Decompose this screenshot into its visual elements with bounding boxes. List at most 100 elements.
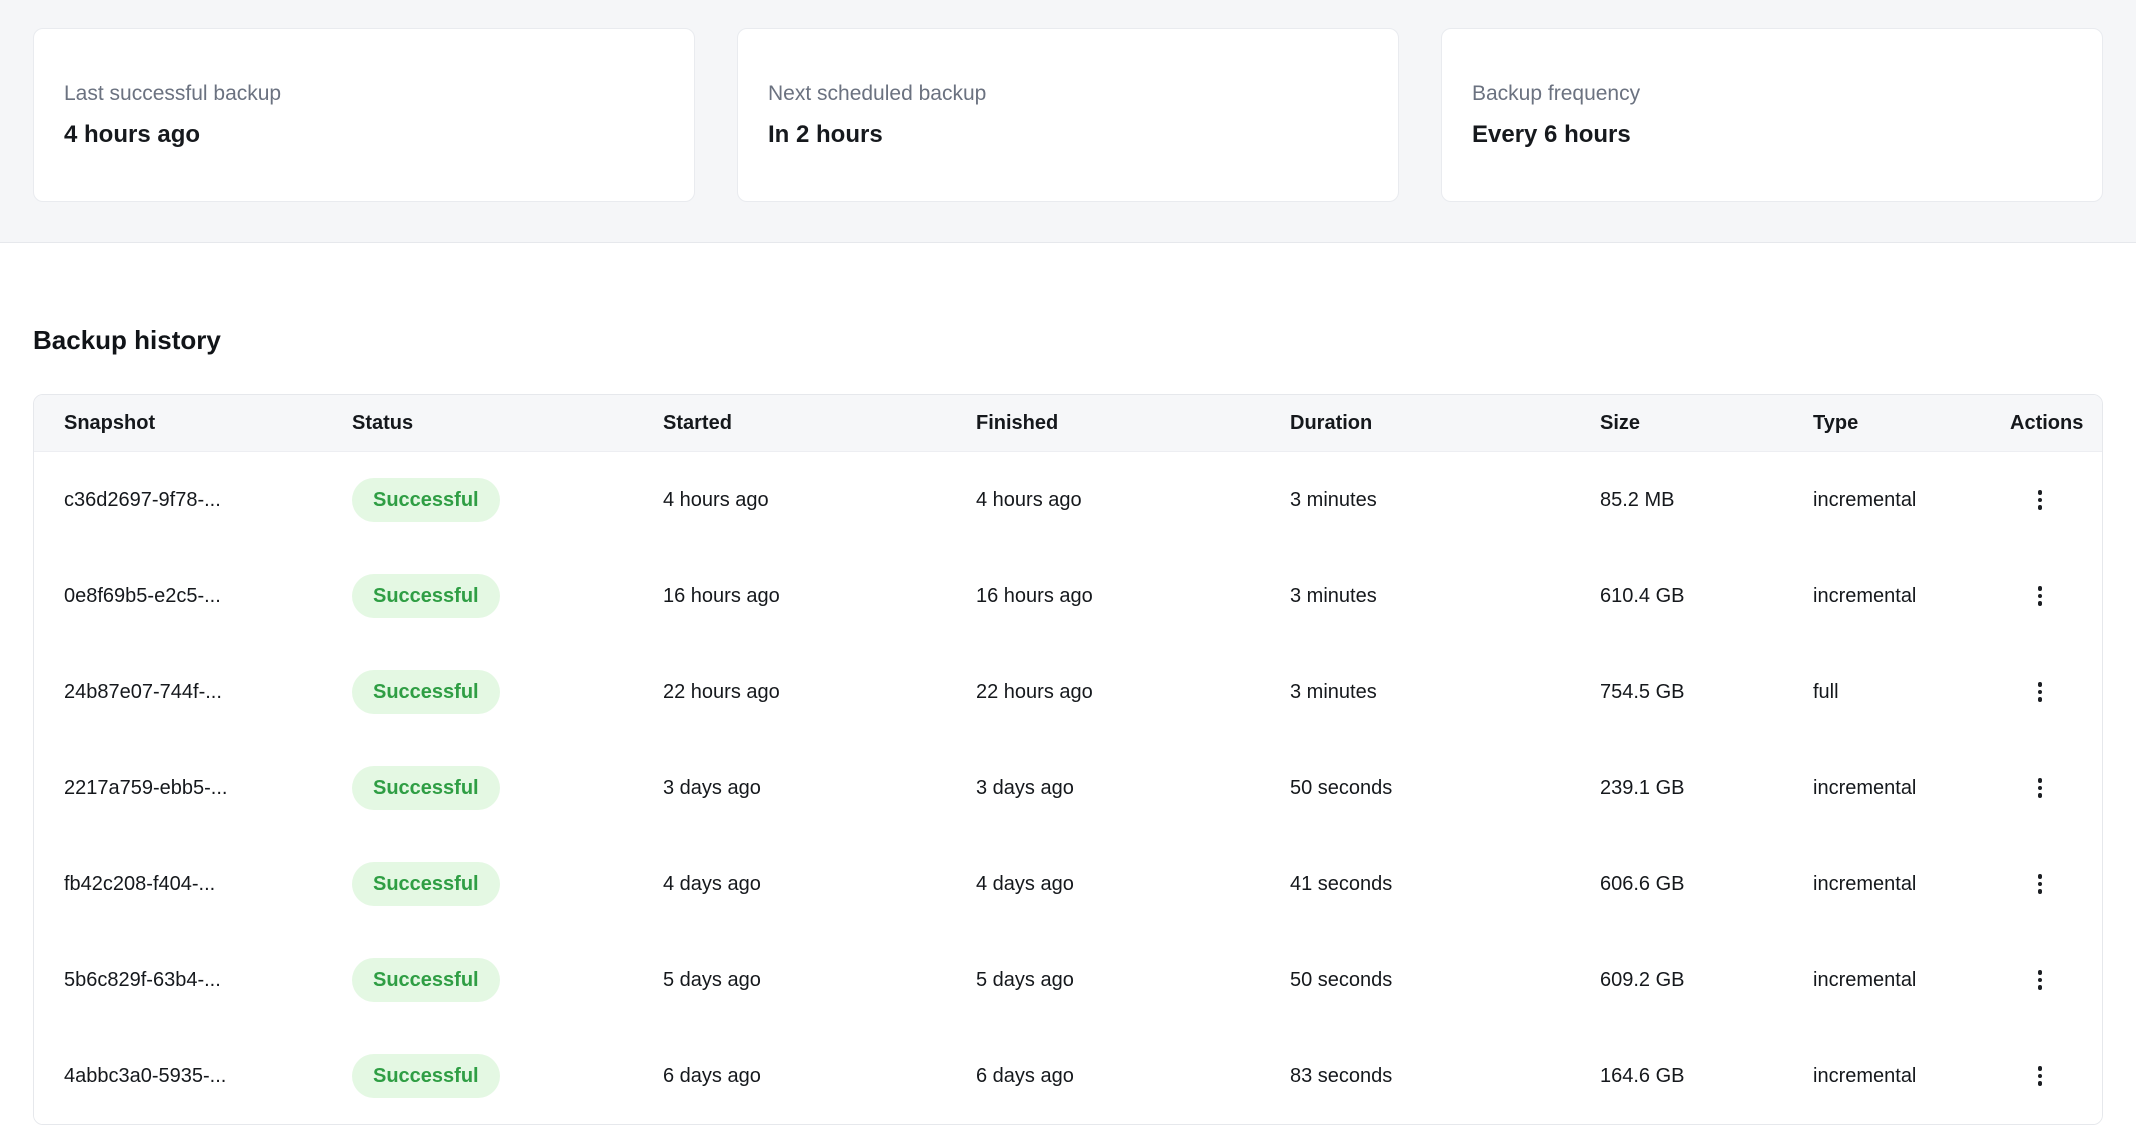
actions-menu-button[interactable]: [2018, 574, 2062, 618]
started-cell: 3 days ago: [663, 740, 976, 836]
card-label: Last successful backup: [64, 80, 664, 107]
card-label: Next scheduled backup: [768, 80, 1368, 107]
snapshot-id-cell: 4abbc3a0-5935-...: [34, 1028, 352, 1124]
type-cell: incremental: [1813, 836, 2010, 932]
status-cell: Successful: [352, 548, 663, 644]
actions-cell: [2010, 836, 2102, 932]
card-value: Every 6 hours: [1472, 120, 2072, 150]
size-cell: 164.6 GB: [1600, 1028, 1813, 1124]
card-label: Backup frequency: [1472, 80, 2072, 107]
actions-menu-button[interactable]: [2018, 1054, 2062, 1098]
type-cell: incremental: [1813, 932, 2010, 1028]
table-row: 0e8f69b5-e2c5-... Successful 16 hours ag…: [34, 548, 2102, 644]
size-cell: 606.6 GB: [1600, 836, 1813, 932]
snapshot-id-cell: 2217a759-ebb5-...: [34, 740, 352, 836]
column-header-finished: Finished: [976, 395, 1290, 452]
duration-cell: 3 minutes: [1290, 452, 1600, 548]
finished-cell: 5 days ago: [976, 932, 1290, 1028]
backup-history-section: Backup history Snapshot Status Started F…: [0, 325, 2136, 1125]
summary-card-last-backup: Last successful backup 4 hours ago: [33, 28, 695, 202]
column-header-status: Status: [352, 395, 663, 452]
type-cell: incremental: [1813, 1028, 2010, 1124]
column-header-size: Size: [1600, 395, 1813, 452]
actions-cell: [2010, 1028, 2102, 1124]
duration-cell: 3 minutes: [1290, 548, 1600, 644]
actions-menu-button[interactable]: [2018, 766, 2062, 810]
actions-cell: [2010, 548, 2102, 644]
status-cell: Successful: [352, 836, 663, 932]
finished-cell: 4 days ago: [976, 836, 1290, 932]
status-cell: Successful: [352, 644, 663, 740]
summary-card-backup-frequency: Backup frequency Every 6 hours: [1441, 28, 2103, 202]
started-cell: 22 hours ago: [663, 644, 976, 740]
column-header-started: Started: [663, 395, 976, 452]
finished-cell: 22 hours ago: [976, 644, 1290, 740]
actions-menu-button[interactable]: [2018, 478, 2062, 522]
actions-cell: [2010, 932, 2102, 1028]
status-badge: Successful: [352, 1054, 500, 1098]
column-header-snapshot: Snapshot: [34, 395, 352, 452]
finished-cell: 6 days ago: [976, 1028, 1290, 1124]
status-badge: Successful: [352, 574, 500, 618]
finished-cell: 16 hours ago: [976, 548, 1290, 644]
actions-cell: [2010, 740, 2102, 836]
status-cell: Successful: [352, 452, 663, 548]
table-row: 4abbc3a0-5935-... Successful 6 days ago …: [34, 1028, 2102, 1124]
started-cell: 4 hours ago: [663, 452, 976, 548]
actions-menu-button[interactable]: [2018, 958, 2062, 1002]
kebab-menu-icon: [2038, 874, 2043, 894]
actions-menu-button[interactable]: [2018, 670, 2062, 714]
started-cell: 5 days ago: [663, 932, 976, 1028]
status-badge: Successful: [352, 478, 500, 522]
column-header-duration: Duration: [1290, 395, 1600, 452]
status-badge: Successful: [352, 862, 500, 906]
backup-history-table: Snapshot Status Started Finished Duratio…: [33, 394, 2103, 1125]
duration-cell: 50 seconds: [1290, 740, 1600, 836]
size-cell: 610.4 GB: [1600, 548, 1813, 644]
status-cell: Successful: [352, 740, 663, 836]
size-cell: 239.1 GB: [1600, 740, 1813, 836]
page-title: Backup history: [33, 325, 2103, 356]
actions-cell: [2010, 644, 2102, 740]
table-header-row: Snapshot Status Started Finished Duratio…: [34, 395, 2102, 452]
type-cell: incremental: [1813, 740, 2010, 836]
started-cell: 4 days ago: [663, 836, 976, 932]
size-cell: 754.5 GB: [1600, 644, 1813, 740]
status-badge: Successful: [352, 670, 500, 714]
type-cell: full: [1813, 644, 2010, 740]
table-row: 24b87e07-744f-... Successful 22 hours ag…: [34, 644, 2102, 740]
table-row: 5b6c829f-63b4-... Successful 5 days ago …: [34, 932, 2102, 1028]
duration-cell: 83 seconds: [1290, 1028, 1600, 1124]
table-row: 2217a759-ebb5-... Successful 3 days ago …: [34, 740, 2102, 836]
duration-cell: 41 seconds: [1290, 836, 1600, 932]
snapshot-id-cell: 24b87e07-744f-...: [34, 644, 352, 740]
snapshot-id-cell: c36d2697-9f78-...: [34, 452, 352, 548]
finished-cell: 3 days ago: [976, 740, 1290, 836]
type-cell: incremental: [1813, 548, 2010, 644]
summary-card-next-backup: Next scheduled backup In 2 hours: [737, 28, 1399, 202]
finished-cell: 4 hours ago: [976, 452, 1290, 548]
column-header-actions: Actions: [2010, 395, 2102, 452]
started-cell: 6 days ago: [663, 1028, 976, 1124]
status-badge: Successful: [352, 766, 500, 810]
snapshot-id-cell: fb42c208-f404-...: [34, 836, 352, 932]
actions-menu-button[interactable]: [2018, 862, 2062, 906]
size-cell: 85.2 MB: [1600, 452, 1813, 548]
status-badge: Successful: [352, 958, 500, 1002]
card-value: In 2 hours: [768, 120, 1368, 150]
kebab-menu-icon: [2038, 1066, 2043, 1086]
snapshot-id-cell: 5b6c829f-63b4-...: [34, 932, 352, 1028]
kebab-menu-icon: [2038, 778, 2043, 798]
column-header-type: Type: [1813, 395, 2010, 452]
duration-cell: 50 seconds: [1290, 932, 1600, 1028]
kebab-menu-icon: [2038, 970, 2043, 990]
type-cell: incremental: [1813, 452, 2010, 548]
duration-cell: 3 minutes: [1290, 644, 1600, 740]
table-row: fb42c208-f404-... Successful 4 days ago …: [34, 836, 2102, 932]
snapshot-id-cell: 0e8f69b5-e2c5-...: [34, 548, 352, 644]
started-cell: 16 hours ago: [663, 548, 976, 644]
kebab-menu-icon: [2038, 586, 2043, 606]
size-cell: 609.2 GB: [1600, 932, 1813, 1028]
kebab-menu-icon: [2038, 490, 2043, 510]
status-cell: Successful: [352, 932, 663, 1028]
